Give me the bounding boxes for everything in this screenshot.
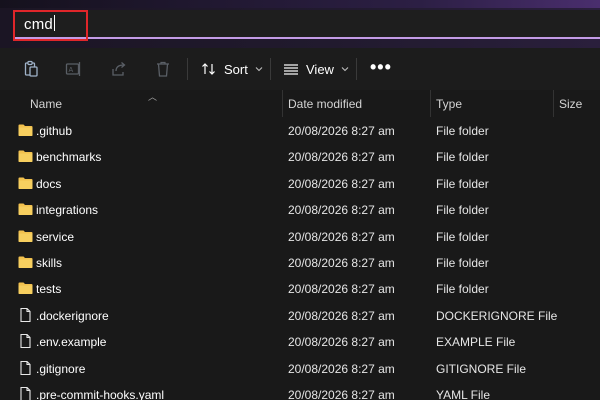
file-name: service (36, 229, 75, 244)
folder-icon (18, 149, 33, 163)
file-date-modified: 20/08/2026 8:27 am (288, 308, 395, 323)
file-date-modified: 20/08/2026 8:27 am (288, 387, 395, 400)
chevron-down-icon (255, 67, 263, 72)
file-row[interactable]: .env.example 20/08/2026 8:27 am EXAMPLE Fi… (0, 328, 600, 354)
file-icon (18, 360, 33, 375)
view-button[interactable]: View (283, 58, 356, 80)
file-explorer-window: cmd A Sort View ••• ︿ Name Date modified… (0, 0, 600, 400)
delete-icon[interactable] (154, 60, 172, 78)
highlight-annotation-box (13, 10, 88, 41)
file-name: tests (36, 282, 62, 297)
file-type: DOCKERIGNORE File (436, 308, 558, 323)
file-type: File folder (436, 229, 489, 244)
file-row[interactable]: .gitignore 20/08/2026 8:27 am GITIGNORE Fi… (0, 355, 600, 381)
file-name: .github (36, 124, 73, 138)
file-type: File folder (436, 282, 489, 297)
file-date-modified: 20/08/2026 8:27 am (288, 229, 395, 244)
share-icon[interactable] (110, 60, 128, 78)
column-divider[interactable] (430, 90, 431, 117)
file-name: benchmarks (36, 150, 102, 165)
file-type: File folder (436, 203, 489, 218)
file-type: YAML File (436, 387, 491, 400)
file-icon (18, 307, 33, 322)
file-name: skills (36, 255, 62, 270)
column-header-size[interactable]: Size (559, 97, 582, 111)
file-row[interactable]: .github 20/08/2026 8:27 am File folder (0, 117, 600, 143)
file-date-modified: 20/08/2026 8:27 am (288, 361, 395, 376)
file-row[interactable]: .dockerignore 20/08/2026 8:27 am DOCKERIGN… (0, 302, 600, 328)
column-header: ︿ Name Date modified Type Size (0, 90, 600, 117)
file-icon (18, 334, 33, 349)
folder-icon (18, 255, 33, 269)
command-bar: A Sort View ••• (0, 48, 600, 91)
file-date-modified: 20/08/2026 8:27 am (288, 335, 395, 350)
file-name: integrations (36, 203, 99, 218)
file-row[interactable]: tests 20/08/2026 8:27 am File folder (0, 275, 600, 301)
file-row[interactable]: skills 20/08/2026 8:27 am File folder (0, 249, 600, 275)
svg-text:A: A (69, 67, 74, 74)
file-row[interactable]: docs 20/08/2026 8:27 am File folder (0, 170, 600, 196)
file-name: .dockerignore (36, 308, 109, 323)
column-header-date[interactable]: Date modified (288, 97, 362, 111)
folder-icon (18, 281, 33, 295)
file-type: EXAMPLE File (436, 335, 516, 350)
file-type: GITIGNORE File (436, 361, 527, 376)
file-row[interactable]: .pre-commit-hooks.yaml 20/08/2026 8:27 am… (0, 381, 600, 400)
folder-icon (18, 176, 33, 190)
paste-icon[interactable] (22, 60, 40, 78)
file-row[interactable]: service 20/08/2026 8:27 am File folder (0, 223, 600, 249)
view-icon (284, 64, 298, 75)
file-icon (18, 386, 33, 400)
sort-label: Sort (224, 61, 248, 77)
folder-icon (18, 202, 33, 216)
address-bar[interactable]: cmd (14, 10, 600, 39)
command-separator (187, 58, 188, 80)
file-type: File folder (436, 124, 489, 138)
file-name: .env.example (36, 335, 107, 350)
chevron-down-icon (341, 67, 349, 72)
column-divider[interactable] (553, 90, 554, 117)
file-list: .github 20/08/2026 8:27 am File folder benc… (0, 117, 600, 400)
column-divider[interactable] (282, 90, 283, 117)
file-row[interactable]: benchmarks 20/08/2026 8:27 am File folder (0, 143, 600, 169)
folder-icon (18, 123, 33, 137)
file-name: .pre-commit-hooks.yaml (36, 387, 165, 400)
sort-button[interactable]: Sort (201, 58, 270, 80)
command-separator (270, 58, 271, 80)
column-header-type[interactable]: Type (436, 97, 462, 111)
file-date-modified: 20/08/2026 8:27 am (288, 255, 395, 270)
file-type: File folder (436, 176, 489, 191)
sort-icon (202, 63, 215, 75)
file-date-modified: 20/08/2026 8:27 am (288, 124, 395, 138)
rename-icon[interactable]: A (65, 60, 83, 78)
file-date-modified: 20/08/2026 8:27 am (288, 150, 395, 165)
file-date-modified: 20/08/2026 8:27 am (288, 282, 395, 297)
more-options-button[interactable]: ••• (370, 58, 392, 76)
command-separator (356, 58, 357, 80)
file-date-modified: 20/08/2026 8:27 am (288, 203, 395, 218)
view-label: View (306, 61, 334, 77)
file-type: File folder (436, 150, 489, 165)
file-type: File folder (436, 255, 489, 270)
address-bar-region: cmd (0, 0, 600, 48)
folder-icon (18, 229, 33, 243)
sort-ascending-icon: ︿ (148, 92, 158, 102)
title-strip (0, 0, 600, 8)
file-name: docs (36, 176, 62, 191)
file-date-modified: 20/08/2026 8:27 am (288, 176, 395, 191)
file-row[interactable]: integrations 20/08/2026 8:27 am File folde… (0, 196, 600, 222)
file-name: .gitignore (36, 361, 86, 376)
column-header-name[interactable]: Name (30, 97, 62, 111)
